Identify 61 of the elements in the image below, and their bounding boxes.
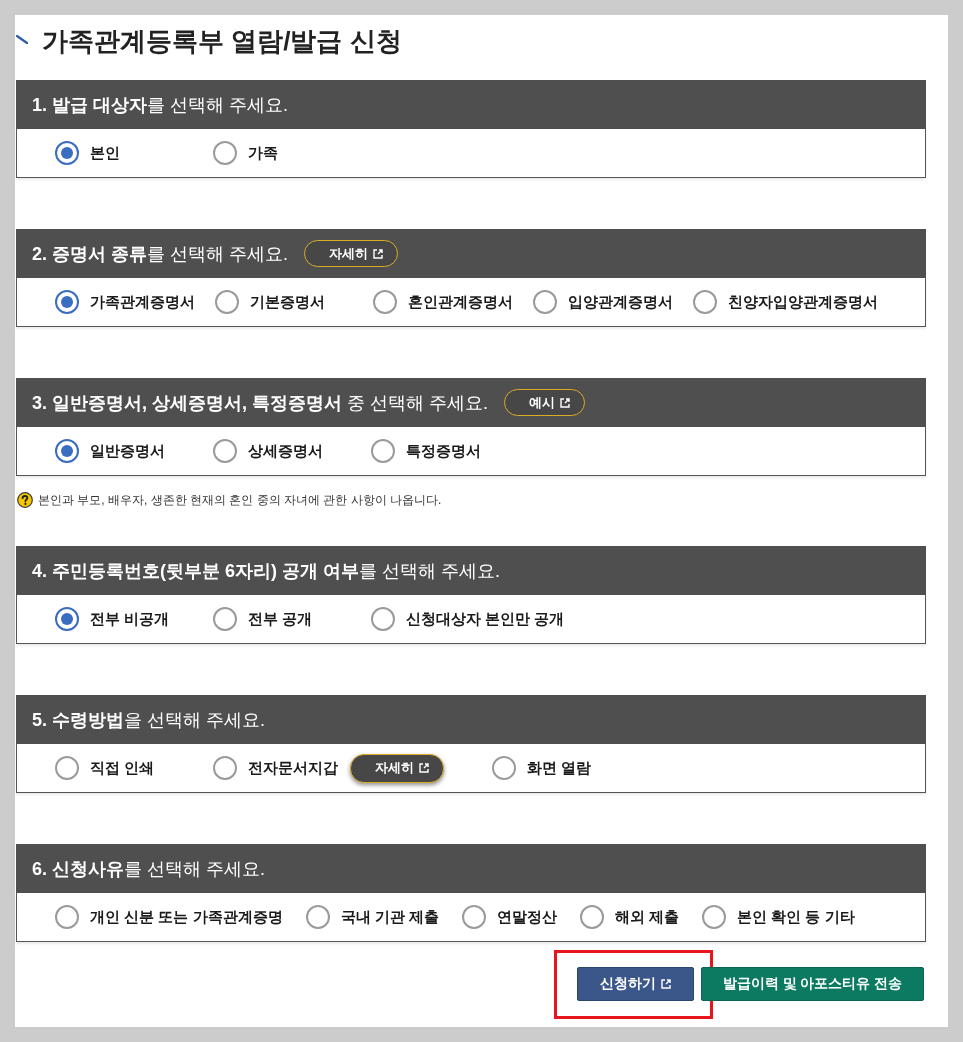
radio-button[interactable]	[55, 141, 79, 165]
radio-button[interactable]	[213, 141, 237, 165]
option-label[interactable]: 전자문서지갑	[248, 758, 338, 778]
radio-button[interactable]	[55, 607, 79, 631]
option-label[interactable]: 화면 열람	[527, 758, 592, 778]
radio-button[interactable]	[371, 607, 395, 631]
page-title: 가족관계등록부 열람/발급 신청	[42, 25, 402, 57]
external-link-icon	[373, 248, 384, 259]
radio-button[interactable]	[533, 290, 557, 314]
option-label[interactable]: 전부 비공개	[90, 609, 170, 629]
info-link-button[interactable]: 예시	[504, 389, 586, 416]
radio-button[interactable]	[371, 439, 395, 463]
radio-button[interactable]	[213, 607, 237, 631]
radio-button[interactable]	[213, 439, 237, 463]
help-icon	[17, 492, 33, 508]
radio-button[interactable]	[213, 756, 237, 780]
info-link-button[interactable]: 자세히	[350, 753, 444, 783]
radio-button[interactable]	[373, 290, 397, 314]
section-heading: 5. 수령방법을 선택해 주세요.	[32, 708, 266, 732]
option-label[interactable]: 신청대상자 본인만 공개	[406, 609, 565, 629]
option-label[interactable]: 친양자입양관계증명서	[728, 292, 878, 312]
option-label[interactable]: 본인	[90, 143, 120, 163]
section-heading: 4. 주민등록번호(뒷부분 6자리) 공개 여부를 선택해 주세요.	[32, 559, 501, 583]
option-label[interactable]: 직접 인쇄	[90, 758, 155, 778]
section-heading: 3. 일반증명서, 상세증명서, 특정증명서 중 선택해 주세요.	[32, 391, 489, 415]
external-link-icon	[560, 397, 571, 408]
radio-button[interactable]	[55, 756, 79, 780]
radio-button[interactable]	[215, 290, 239, 314]
radio-button[interactable]	[492, 756, 516, 780]
radio-button[interactable]	[702, 905, 727, 929]
option-label[interactable]: 특정증명서	[406, 441, 481, 461]
radio-button[interactable]	[55, 905, 79, 929]
option-label[interactable]: 전부 공개	[248, 609, 313, 629]
section-heading: 2. 증명서 종류를 선택해 주세요.	[32, 242, 289, 266]
radio-button[interactable]	[579, 905, 604, 929]
option-label[interactable]: 해외 제출	[614, 907, 680, 927]
info-link-button[interactable]: 자세히	[304, 240, 399, 267]
external-link-icon	[661, 979, 671, 989]
option-label[interactable]: 연말정산	[496, 907, 557, 927]
option-label[interactable]: 개인 신분 또는 가족관계증명	[90, 907, 283, 927]
option-label[interactable]: 국내 기관 제출	[340, 907, 439, 927]
option-label[interactable]: 기본증명서	[250, 292, 325, 312]
title-mark-icon	[16, 34, 28, 44]
option-label[interactable]: 일반증명서	[90, 441, 165, 461]
option-label[interactable]: 가족관계증명서	[90, 292, 195, 312]
external-link-icon	[419, 763, 429, 773]
section-heading: 6. 신청사유를 선택해 주세요.	[32, 857, 266, 881]
radio-button[interactable]	[55, 290, 79, 314]
section-heading: 1. 발급 대상자를 선택해 주세요.	[32, 93, 289, 117]
option-label[interactable]: 입양관계증명서	[568, 292, 673, 312]
send-button[interactable]: 발급이력 및 아포스티유 전송	[701, 967, 924, 1001]
radio-button[interactable]	[305, 905, 330, 929]
submit-button[interactable]: 신청하기	[577, 967, 694, 1001]
option-label[interactable]: 상세증명서	[248, 441, 323, 461]
radio-button[interactable]	[693, 290, 717, 314]
option-label[interactable]: 가족	[248, 143, 278, 163]
note-text: 본인과 부모, 배우자, 생존한 현재의 혼인 중의 자녀에 관한 사항이 나옵니다.	[38, 491, 442, 509]
radio-button[interactable]	[461, 905, 486, 929]
option-label[interactable]: 혼인관계증명서	[408, 292, 513, 312]
radio-button[interactable]	[55, 439, 79, 463]
option-label[interactable]: 본인 확인 등 기타	[737, 907, 855, 927]
